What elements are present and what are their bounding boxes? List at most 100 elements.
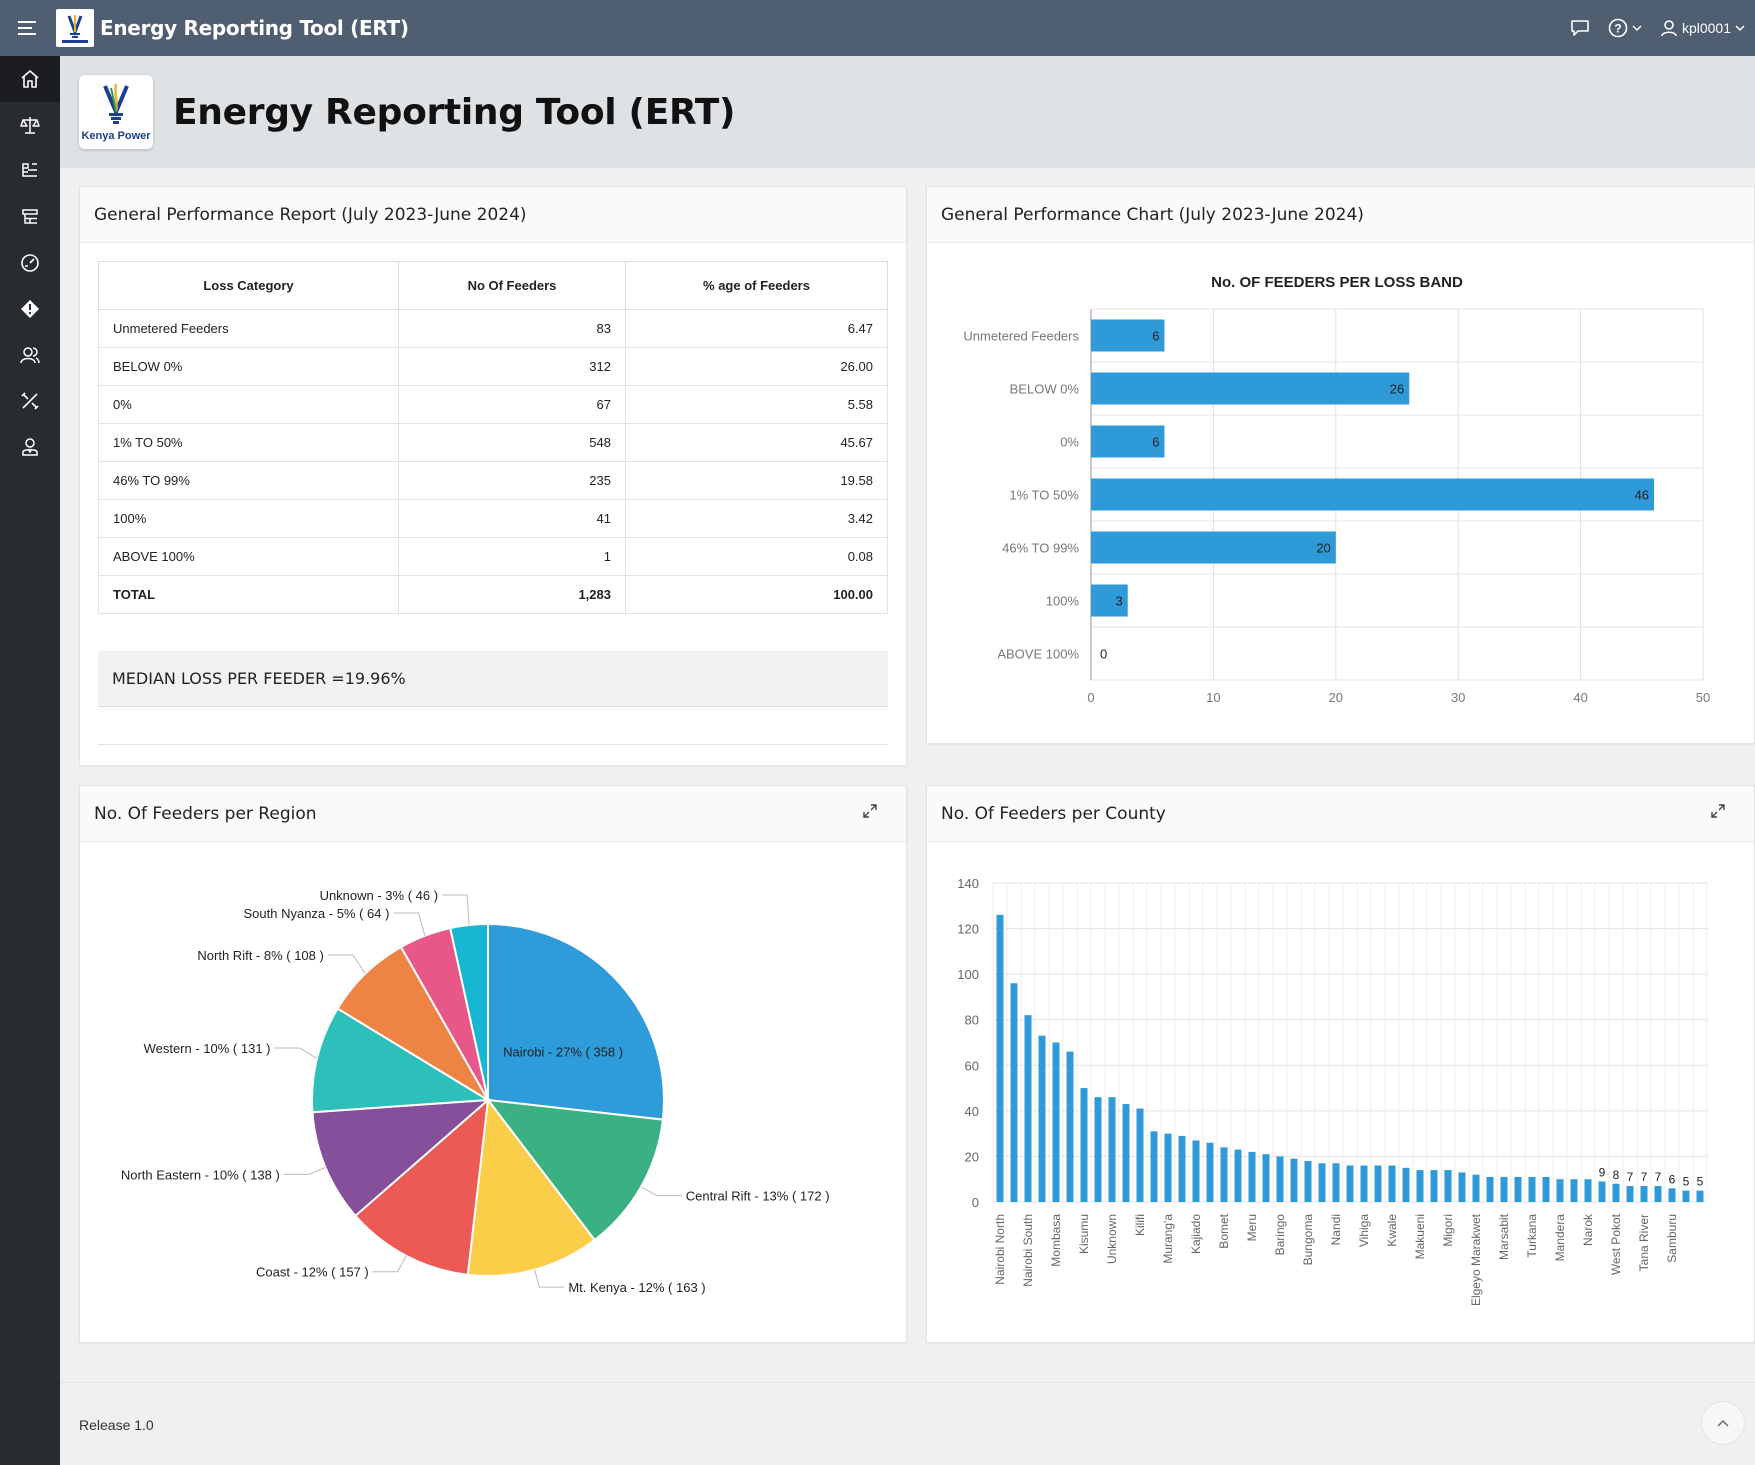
x-tick-label: Vihiga <box>1357 1214 1371 1247</box>
card-header: General Performance Chart (July 2023-Jun… <box>927 187 1754 243</box>
bar <box>1150 1131 1158 1202</box>
slice-leader-line <box>534 1269 565 1288</box>
chart-title: No. OF FEEDERS PER LOSS BAND <box>1211 274 1463 291</box>
x-tick-label: Kisumu <box>1077 1214 1091 1254</box>
cell-category: ABOVE 100% <box>98 537 399 576</box>
feedback-button[interactable] <box>1570 19 1590 37</box>
app-title[interactable]: Energy Reporting Tool (ERT) <box>100 16 409 40</box>
x-tick-label: Mandera <box>1553 1214 1567 1262</box>
sidebar-item-home[interactable] <box>0 56 60 102</box>
x-tick-label: Marsabit <box>1497 1213 1511 1260</box>
data-label: 46 <box>1635 488 1649 503</box>
data-label: 3 <box>1115 594 1122 609</box>
bar <box>1332 1163 1340 1202</box>
bar <box>1514 1176 1522 1202</box>
card-title: No. Of Feeders per Region <box>94 803 317 824</box>
loss-band-bar-chart: No. OF FEEDERS PER LOSS BAND0 10 20 30 40 50U… <box>963 274 1710 705</box>
slice-label: South Nyanza - 5% ( 64 ) <box>244 906 390 921</box>
cell-count: 67 <box>398 385 626 424</box>
table-row: 0% 67 5.58 <box>98 385 888 424</box>
user-admin-icon <box>22 438 38 456</box>
column-header[interactable]: No Of Feeders <box>398 261 626 310</box>
column-header[interactable]: % age of Feeders <box>625 261 888 310</box>
bar <box>1178 1135 1186 1202</box>
bar <box>1108 1097 1116 1202</box>
y-tick-label: 20 <box>965 1149 979 1164</box>
kenya-power-logo-icon <box>62 15 88 43</box>
bar <box>1584 1179 1592 1202</box>
bar <box>1640 1186 1648 1202</box>
card-title: General Performance Report (July 2023-Ju… <box>94 204 527 225</box>
x-tick-label: Bomet <box>1217 1213 1231 1248</box>
table-row: ABOVE 100% 1 0.08 <box>98 537 888 576</box>
help-menu-button[interactable]: ? <box>1608 18 1642 38</box>
bar <box>1091 372 1410 405</box>
performance-report-card: General Performance Report (July 2023-Ju… <box>79 186 907 766</box>
users-icon <box>20 347 40 364</box>
bar <box>1570 1179 1578 1202</box>
scroll-to-top-button[interactable] <box>1701 1401 1745 1445</box>
cell-count: 235 <box>398 461 626 500</box>
column-header[interactable]: Loss Category <box>98 261 399 310</box>
table-row: 100% 41 3.42 <box>98 499 888 538</box>
y-tick-label: 40 <box>965 1104 979 1119</box>
user-menu-button[interactable]: kpl0001 <box>1660 19 1745 37</box>
menu-toggle-button[interactable] <box>0 0 56 56</box>
bar <box>1318 1163 1326 1202</box>
sidebar-item-users[interactable] <box>0 332 60 378</box>
sidebar-item-balance[interactable] <box>0 102 60 148</box>
bar <box>1598 1181 1606 1202</box>
bar <box>1556 1179 1564 1202</box>
divider <box>98 744 888 745</box>
cell-percent: 0.08 <box>625 537 888 576</box>
sidebar-item-hierarchy[interactable] <box>0 148 60 194</box>
sidebar-item-tree[interactable] <box>0 194 60 240</box>
sidebar-item-tools[interactable] <box>0 378 60 424</box>
x-tick-label: 50 <box>1696 690 1710 705</box>
expand-button[interactable] <box>1710 803 1726 824</box>
bar <box>1080 1088 1088 1202</box>
x-tick-label: West Pokot <box>1609 1213 1623 1275</box>
scale-icon <box>20 117 40 134</box>
diamond-alert-icon <box>21 300 39 318</box>
cell-percent: 100.00 <box>625 575 888 614</box>
bar <box>1091 531 1336 564</box>
y-tick-label: 1% TO 50% <box>1009 488 1079 503</box>
pie-slice <box>487 922 665 1121</box>
table-row: BELOW 0% 312 26.00 <box>98 347 888 386</box>
x-tick-label: Kwale <box>1385 1214 1399 1247</box>
median-loss-summary: MEDIAN LOSS PER FEEDER =19.96% <box>98 651 888 707</box>
logo-text: Kenya Power <box>81 130 151 142</box>
expand-button[interactable] <box>862 803 878 824</box>
cell-count: 548 <box>398 423 626 462</box>
x-tick-label: 30 <box>1451 690 1465 705</box>
x-tick-label: Elgeyo Marakwet <box>1469 1213 1483 1306</box>
y-tick-label: 60 <box>965 1058 979 1073</box>
slice-label: Mt. Kenya - 12% ( 163 ) <box>568 1280 705 1295</box>
sidebar-item-alerts[interactable] <box>0 286 60 332</box>
bar <box>1402 1167 1410 1202</box>
x-tick-label: Turkana <box>1525 1214 1539 1258</box>
slice-label: Unknown - 3% ( 46 ) <box>320 888 439 903</box>
performance-table: Loss Category No Of Feeders % age of Fee… <box>98 261 888 614</box>
table-row: 1% TO 50% 548 45.67 <box>98 423 888 462</box>
slice-leader-line <box>442 894 470 926</box>
data-label: 9 <box>1599 1165 1606 1179</box>
y-tick-label: BELOW 0% <box>1010 382 1080 397</box>
cell-count: 1,283 <box>398 575 626 614</box>
release-label: Release 1.0 <box>79 1417 154 1433</box>
bar <box>1472 1174 1480 1202</box>
brand-logo[interactable] <box>56 9 94 47</box>
bar <box>1290 1158 1298 1202</box>
sidebar-item-admin[interactable] <box>0 424 60 470</box>
y-tick-label: Unmetered Feeders <box>963 329 1079 344</box>
bar <box>1682 1190 1690 1202</box>
bar <box>1024 1015 1032 1202</box>
x-tick-label: Samburu <box>1665 1214 1679 1263</box>
hierarchy-icon <box>22 163 37 177</box>
sidebar-item-dashboard[interactable] <box>0 240 60 286</box>
chat-bubble-icon <box>1571 20 1589 36</box>
x-tick-label: Kilifi <box>1133 1214 1147 1236</box>
slice-label: North Rift - 8% ( 108 ) <box>197 948 323 963</box>
data-label: 20 <box>1316 541 1330 556</box>
